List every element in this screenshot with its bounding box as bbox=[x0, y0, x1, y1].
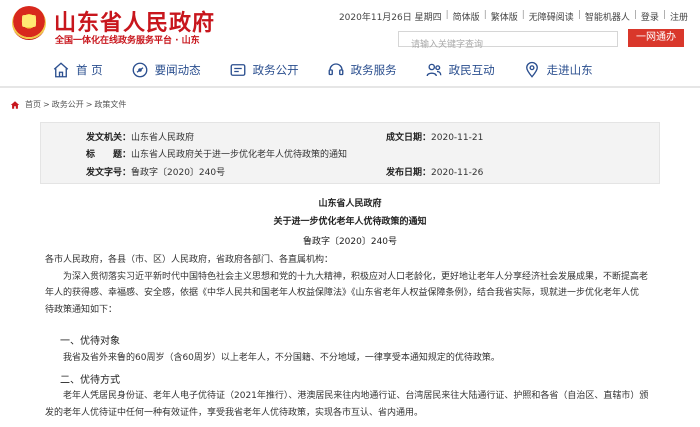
document-icon bbox=[230, 64, 246, 76]
link-robot[interactable]: 智能机器人 bbox=[585, 10, 630, 23]
document-info-table: 发文机关：山东省人民政府 成文日期：2020-11-21 标 题：山东省人民政府… bbox=[40, 122, 660, 184]
number-label: 发文字号： bbox=[86, 168, 132, 178]
nav-label: 首 页 bbox=[76, 63, 103, 77]
paragraph: 我省及省外来鲁的60周岁（含60周岁）以上老年人，不分国籍、不分地域，一律享受本… bbox=[63, 353, 500, 363]
home-icon bbox=[10, 100, 20, 109]
publish-label: 发布日期： bbox=[386, 168, 432, 178]
map-icon bbox=[525, 61, 538, 78]
site-header: 山东省人民政府 全国一体化在线政务服务平台 · 山东 2020年11月26日 星… bbox=[0, 0, 700, 52]
nav-item-news[interactable]: 要闻动态 bbox=[131, 54, 201, 86]
nav-item-open-government[interactable]: 政务公开 bbox=[229, 54, 299, 86]
salutation: 各市人民政府，各县（市、区）人民政府，省政府各部门、各直属机构： bbox=[45, 255, 334, 265]
link-accessibility[interactable]: 无障碍阅读 bbox=[529, 10, 574, 23]
number-row: 发文字号：鲁政字〔2020〕240号 bbox=[86, 165, 225, 178]
service-icon bbox=[328, 63, 344, 76]
title-label: 标 题： bbox=[86, 150, 132, 160]
nav-label: 政务服务 bbox=[350, 63, 397, 77]
paragraph-line: 年人的获得感、幸福感、安全感，依据《中华人民共和国老年人权益保障法》《山东省老年… bbox=[45, 288, 640, 298]
nav-label: 政民互动 bbox=[448, 63, 495, 77]
date-row: 成文日期：2020-11-21 bbox=[386, 130, 483, 143]
date-value: 2020-11-21 bbox=[431, 133, 484, 143]
link-simplified[interactable]: 简体版 bbox=[453, 10, 480, 23]
nav-label: 要闻动态 bbox=[154, 63, 201, 77]
paragraph-line: 老年人凭居民身份证、老年人电子优待证（2021年推行）、港澳居民来往内地通行证、… bbox=[63, 391, 649, 401]
breadcrumb-open-government[interactable]: 政务公开 bbox=[52, 99, 84, 110]
paragraph-line: 为深入贯彻落实习近平新时代中国特色社会主义思想和党的十九大精神，积极应对人口老龄… bbox=[63, 271, 649, 282]
current-date: 2020年11月26日 星期四 bbox=[338, 13, 442, 23]
news-icon bbox=[132, 62, 148, 78]
section-heading: 二、优待方式 bbox=[60, 375, 120, 386]
site-subtitle: 全国一体化在线政务服务平台 · 山东 bbox=[55, 36, 200, 46]
paragraph-block: 老年人凭居民身份证、老年人电子优待证（2021年推行）、港澳居民来往内地通行证、… bbox=[45, 388, 665, 421]
nav-item-services[interactable]: 政务服务 bbox=[327, 54, 397, 86]
breadcrumb-home[interactable]: 首页 bbox=[25, 99, 41, 110]
document-org: 山东省人民政府 bbox=[318, 199, 382, 209]
paragraph-line: 发的老年人优待证中任何一种有效证件，享受我省老年人优待政策，实现各市互认、省内通… bbox=[45, 407, 424, 418]
breadcrumb: 首页 > 政务公开 > 政策文件 bbox=[10, 99, 126, 110]
publish-value: 2020-11-26 bbox=[431, 168, 484, 178]
nav-item-shandong[interactable]: 走进山东 bbox=[523, 54, 593, 86]
nav-item-home[interactable]: 首 页 bbox=[52, 54, 103, 86]
search-input[interactable] bbox=[399, 38, 617, 52]
issuer-label: 发文机关： bbox=[86, 133, 132, 143]
one-stop-service-button[interactable]: 一网通办 bbox=[628, 29, 684, 47]
people-icon bbox=[426, 63, 442, 77]
nav-label: 政务公开 bbox=[252, 63, 299, 77]
search-box bbox=[398, 31, 618, 52]
paragraph-line: 待政策通知如下： bbox=[45, 304, 118, 315]
title-value: 山东省人民政府关于进一步优化老年人优待政策的通知 bbox=[131, 150, 348, 160]
issuer-value: 山东省人民政府 bbox=[131, 133, 195, 143]
section-heading: 一、优待对象 bbox=[60, 336, 120, 347]
document-number: 鲁政字〔2020〕240号 bbox=[302, 237, 398, 247]
breadcrumb-policy-files[interactable]: 政策文件 bbox=[94, 99, 126, 110]
national-emblem-icon bbox=[12, 6, 46, 40]
title-row: 标 题：山东省人民政府关于进一步优化老年人优待政策的通知 bbox=[86, 147, 347, 160]
date-label: 成文日期： bbox=[386, 133, 432, 143]
link-register[interactable]: 注册 bbox=[670, 10, 688, 23]
document-title: 关于进一步优化老年人优待政策的通知 bbox=[273, 217, 427, 227]
link-login[interactable]: 登录 bbox=[641, 10, 659, 23]
document-body: 各市人民政府，各县（市、区）人民政府，省政府各部门、各直属机构： 为深入贯彻落实… bbox=[45, 252, 665, 318]
issuer-row: 发文机关：山东省人民政府 bbox=[86, 130, 194, 143]
link-traditional[interactable]: 繁体版 bbox=[491, 10, 518, 23]
top-links: 2020年11月26日 星期四 | 简体版 | 繁体版 | 无障碍阅读 | 智能… bbox=[338, 10, 688, 23]
publish-row: 发布日期：2020-11-26 bbox=[386, 165, 483, 178]
nav-item-interaction[interactable]: 政民互动 bbox=[425, 54, 495, 86]
number-value: 鲁政字〔2020〕240号 bbox=[131, 168, 226, 178]
main-nav: 首 页 要闻动态 政务公开 政务服务 政民互动 走进山东 bbox=[0, 54, 700, 88]
nav-label: 走进山东 bbox=[546, 63, 593, 77]
home-icon bbox=[53, 62, 69, 78]
